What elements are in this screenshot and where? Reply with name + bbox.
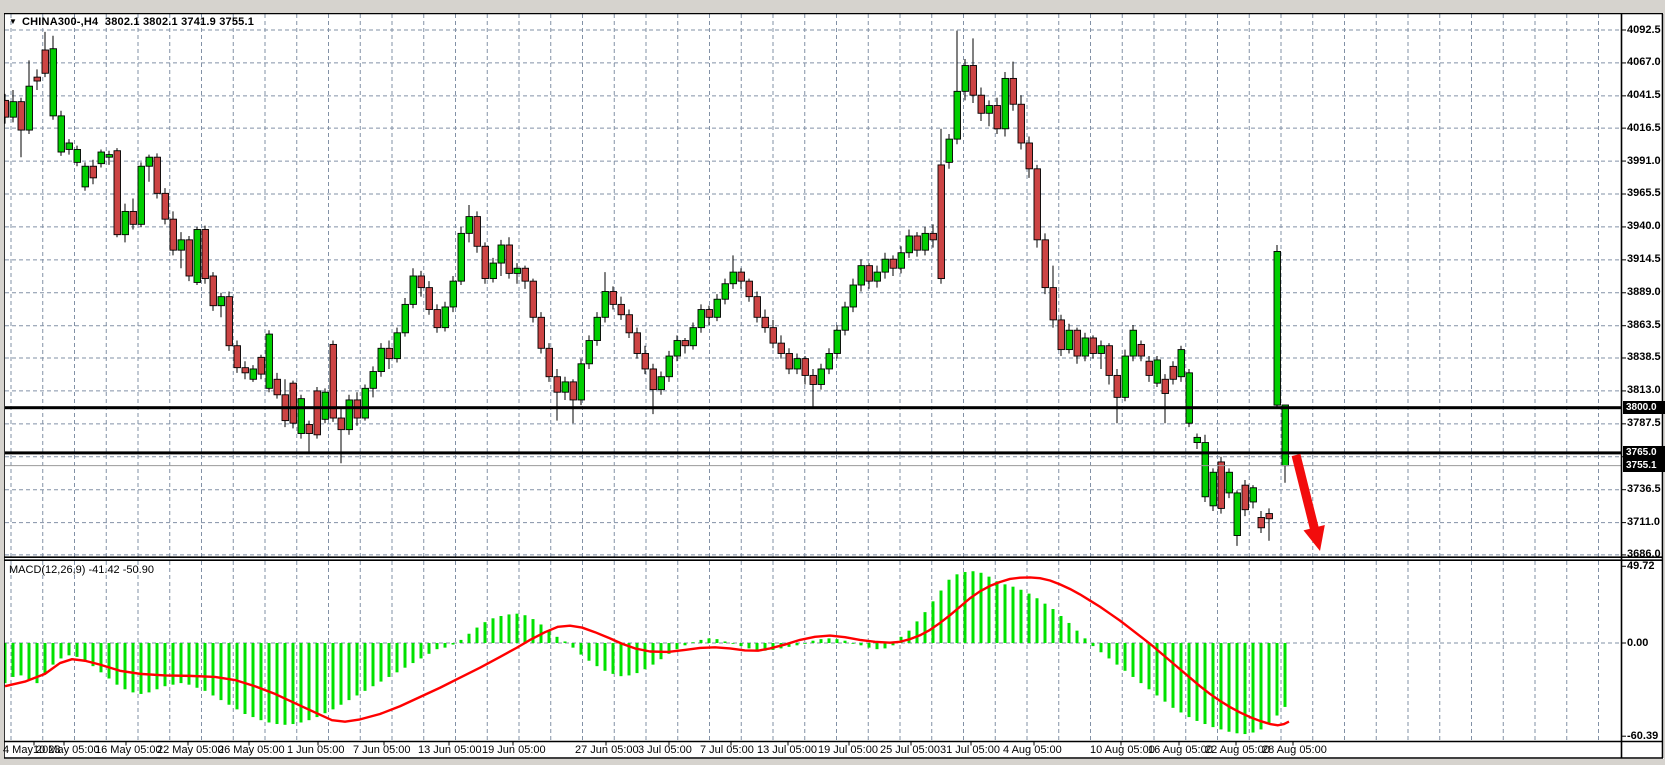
time-axis[interactable] <box>4 742 1622 758</box>
price-axis[interactable] <box>1622 14 1664 741</box>
window-bottom-edge <box>0 759 1665 765</box>
macd-panel-area[interactable] <box>5 561 1621 741</box>
trading-chart-window: ▼ CHINA300-,H4 3802.1 3802.1 3741.9 3755… <box>0 0 1665 765</box>
window-top-edge <box>0 0 1665 13</box>
price-chart-area[interactable] <box>5 14 1621 557</box>
window-left-edge <box>0 13 4 759</box>
